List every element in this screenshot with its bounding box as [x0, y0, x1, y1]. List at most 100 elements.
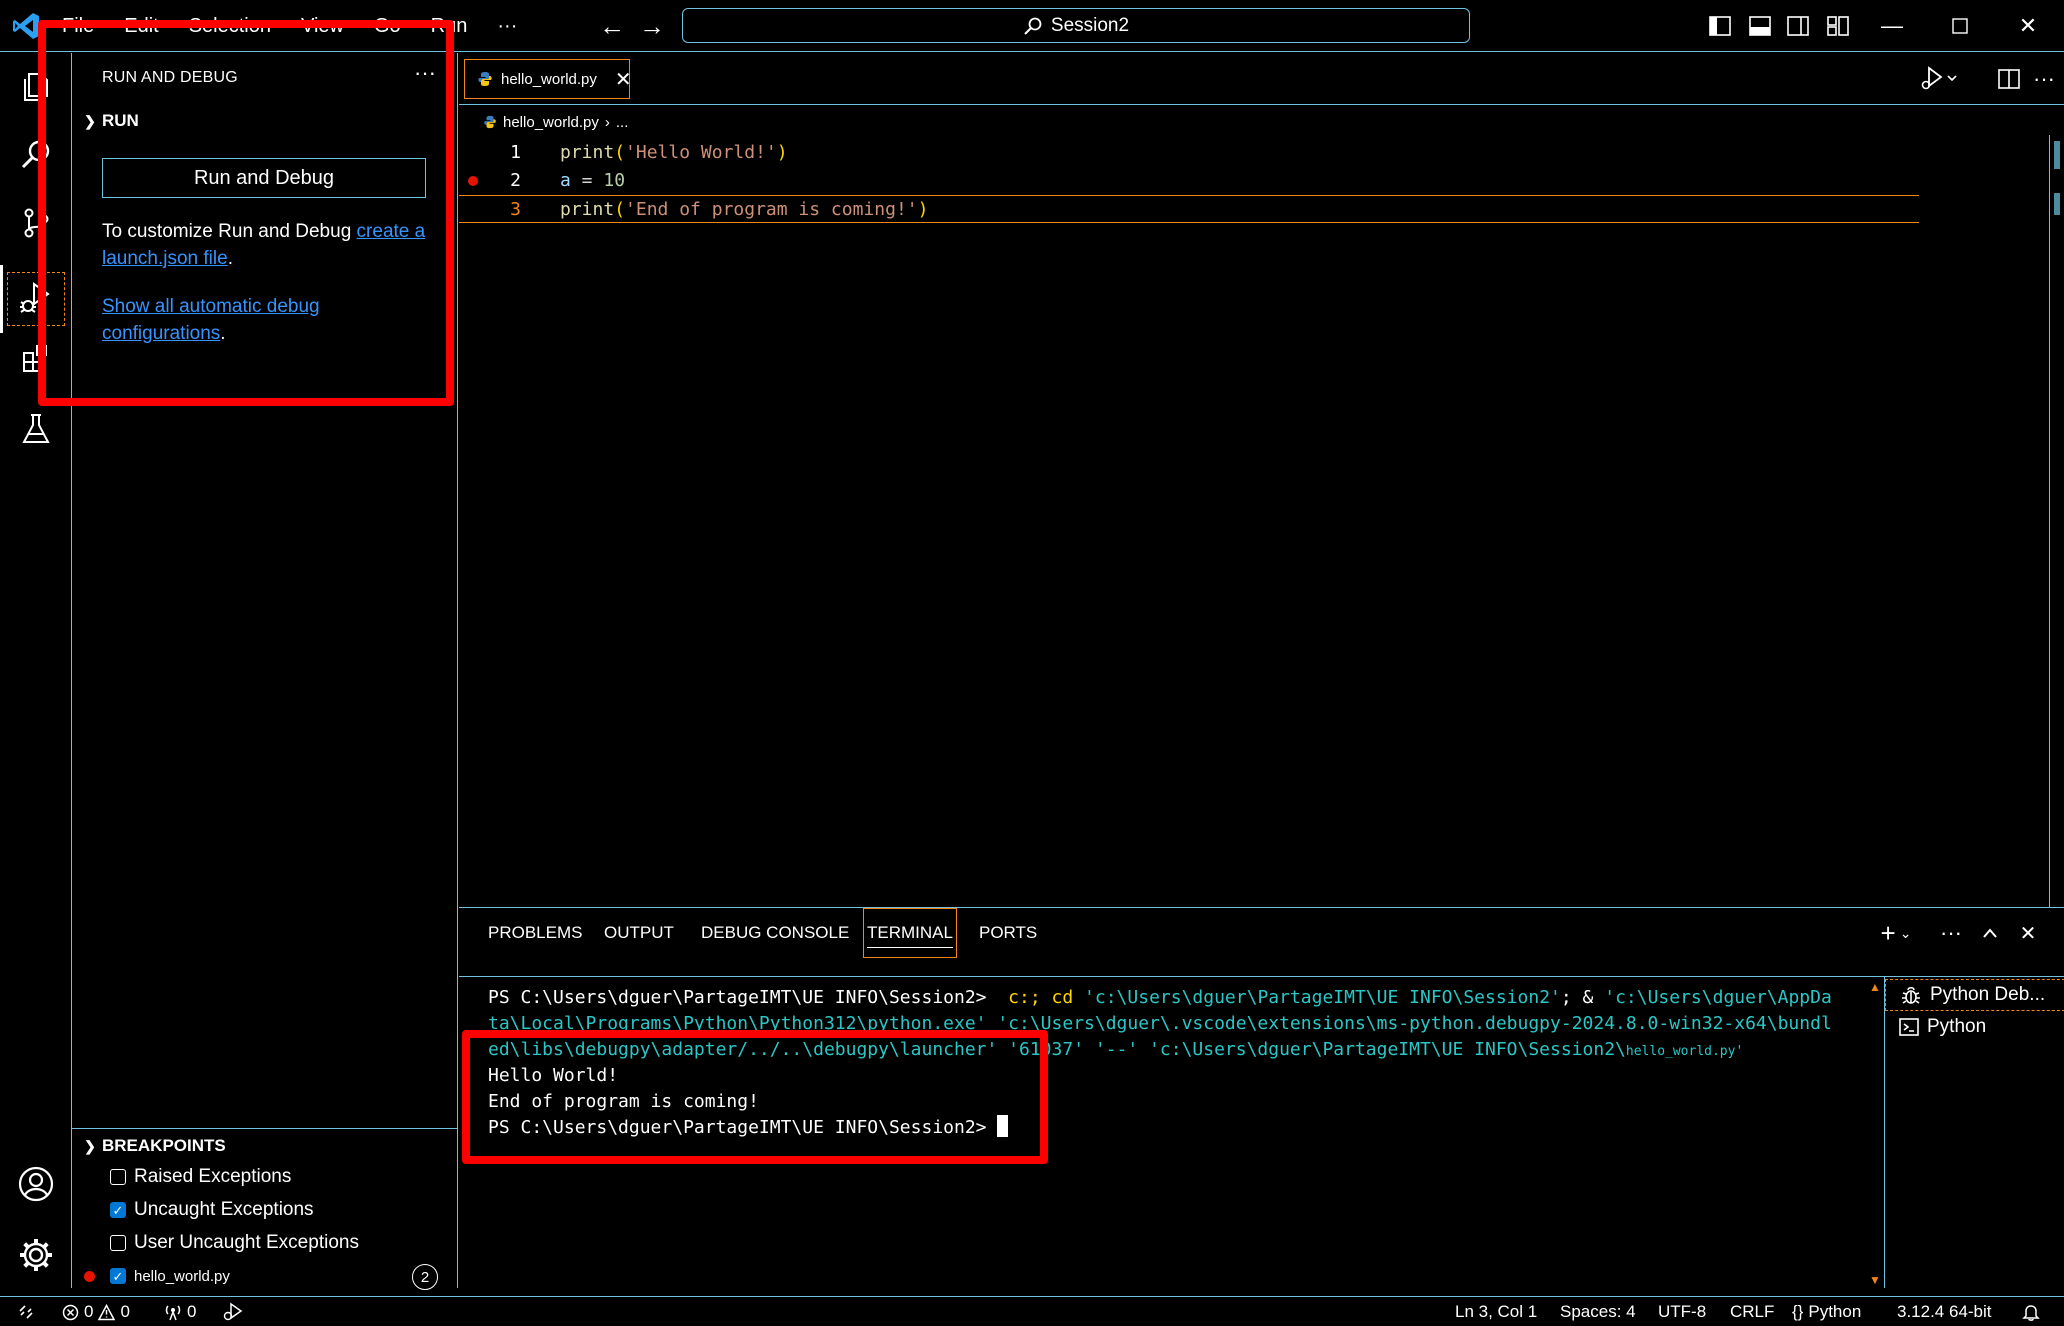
command-center-search[interactable]: Session2 [682, 8, 1470, 43]
close-tab-icon[interactable]: ✕ [615, 67, 632, 92]
scrollbar-thumb[interactable] [2054, 141, 2060, 169]
code-token: print [560, 199, 615, 220]
notifications-bell-icon[interactable] [2022, 1297, 2040, 1326]
settings-gear-icon[interactable] [0, 1221, 72, 1289]
maximize-panel-chevron-up-icon[interactable] [1975, 918, 2005, 948]
breakpoint-label: hello_world.py [134, 1267, 230, 1285]
code-line[interactable]: 3 print('End of program is coming!') [459, 195, 1919, 223]
end-of-line[interactable]: CRLF [1730, 1297, 1774, 1326]
menu-view[interactable]: View [301, 15, 344, 38]
scroll-up-icon[interactable]: ▲ [1869, 980, 1881, 994]
show-automatic-debug-configurations-link[interactable]: Show all automatic debug configurations [102, 296, 320, 344]
breakpoint-raised-exceptions[interactable]: Raised Exceptions [110, 1161, 291, 1193]
toggle-secondary-sidebar-icon[interactable] [1783, 12, 1813, 40]
minimize-icon[interactable]: — [1858, 0, 1926, 52]
run-and-debug-icon[interactable] [0, 265, 72, 333]
braces-icon: {} [1792, 1302, 1804, 1321]
code-text: print('End of program is coming!') [560, 196, 928, 224]
code-editor[interactable]: 1 print('Hello World!') 2 a = 10 3 print('End… [459, 137, 2064, 908]
menu-selection[interactable]: Selection [189, 15, 271, 38]
checkbox[interactable] [110, 1235, 126, 1251]
terminal-output[interactable]: PS C:\Users\dguer\PartageIMT\UE INFO\Ses… [459, 976, 1884, 1288]
toggle-primary-sidebar-icon[interactable] [1705, 12, 1735, 40]
close-window-icon[interactable]: ✕ [1994, 0, 2062, 52]
breakpoint-user-uncaught-exceptions[interactable]: User Uncaught Exceptions [110, 1227, 359, 1259]
breakpoints-section-label: BREAKPOINTS [102, 1136, 226, 1155]
tab-output[interactable]: OUTPUT [604, 908, 674, 958]
indentation[interactable]: Spaces: 4 [1560, 1297, 1636, 1326]
breadcrumb-file[interactable]: hello_world.py [503, 114, 599, 131]
toggle-panel-icon[interactable] [1745, 12, 1775, 40]
run-debug-dropdown-icon[interactable] [1911, 63, 1967, 95]
tab-ports[interactable]: PORTS [979, 908, 1037, 958]
explorer-icon[interactable] [0, 53, 72, 121]
scroll-down-icon[interactable]: ▼ [1869, 1273, 1881, 1287]
terminal-output-line: Hello World! [488, 1065, 619, 1086]
editor-scrollbar[interactable] [2049, 135, 2064, 908]
extensions-icon[interactable] [0, 325, 72, 393]
command-center-label: Session2 [1050, 14, 1130, 36]
line-number: 2 [510, 170, 521, 191]
search-activity-icon[interactable] [0, 121, 72, 189]
python-interpreter[interactable]: 3.12.4 64-bit [1897, 1297, 1992, 1326]
menu-file[interactable]: File [62, 15, 94, 38]
problems-status[interactable]: 0 0 [62, 1297, 130, 1326]
checkbox-checked[interactable]: ✓ [110, 1202, 126, 1218]
code-line[interactable]: 1 print('Hello World!') [459, 139, 1919, 167]
run-section-header[interactable]: ❯ RUN [72, 105, 458, 137]
breadcrumb-more[interactable]: ... [616, 114, 629, 131]
breakpoints-section-header[interactable]: ❯ BREAKPOINTS [72, 1130, 458, 1162]
active-indicator [0, 265, 3, 333]
tab-debug-console[interactable]: DEBUG CONSOLE [701, 908, 849, 958]
menu-more[interactable]: ··· [497, 15, 517, 38]
remote-indicator-icon[interactable] [18, 1297, 34, 1326]
checkbox[interactable] [110, 1169, 126, 1185]
panel-more-actions-icon[interactable]: ··· [1936, 918, 1966, 948]
terminal-list-item-python[interactable]: Python [1885, 1011, 2064, 1043]
bottom-panel: PROBLEMS OUTPUT DEBUG CONSOLE TERMINAL P… [459, 908, 2064, 1288]
forward-arrow-icon[interactable]: → [636, 10, 668, 42]
ports-status[interactable]: 0 [164, 1297, 196, 1326]
customize-layout-icon[interactable] [1823, 12, 1853, 40]
sidebar-more-actions[interactable]: ··· [410, 61, 440, 91]
language-label: Python [1808, 1302, 1862, 1321]
maximize-icon[interactable] [1926, 0, 1994, 52]
tab-terminal[interactable]: TERMINAL [863, 908, 957, 958]
split-editor-icon[interactable] [1989, 63, 2029, 95]
encoding[interactable]: UTF-8 [1658, 1297, 1706, 1326]
terminal-list-label: Python Deb... [1930, 984, 2046, 1005]
search-icon [1023, 16, 1043, 36]
menu-run[interactable]: Run [431, 15, 468, 38]
terminal-list-label: Python [1927, 1016, 1987, 1037]
close-panel-icon[interactable]: ✕ [2013, 918, 2043, 948]
back-arrow-icon[interactable]: ← [596, 10, 628, 42]
new-terminal-plus-icon[interactable]: + ⌄ [1874, 918, 1918, 948]
breakpoint-label: Raised Exceptions [134, 1166, 292, 1187]
accounts-icon[interactable] [0, 1150, 72, 1218]
menu-edit[interactable]: Edit [124, 15, 158, 38]
ports-count: 0 [187, 1302, 197, 1321]
breakpoint-label: Uncaught Exceptions [134, 1199, 314, 1220]
breakpoint-hello-world[interactable]: ✓ hello_world.py [110, 1260, 230, 1292]
cursor-position[interactable]: Ln 3, Col 1 [1455, 1297, 1537, 1326]
breakpoint-dot-icon [84, 1271, 95, 1282]
breadcrumb: hello_world.py › ... [483, 109, 628, 135]
breakpoint-uncaught-exceptions[interactable]: ✓ Uncaught Exceptions [110, 1194, 314, 1226]
terminal-path: ed\libs\debugpy\adapter/../..\debugpy\la… [488, 1039, 1626, 1060]
tab-problems[interactable]: PROBLEMS [488, 908, 582, 958]
menu-go[interactable]: Go [374, 15, 401, 38]
chevron-right-icon: › [604, 113, 610, 131]
terminal-list-item-python-debug[interactable]: Python Deb... [1885, 979, 2064, 1011]
language-mode[interactable]: {} Python [1792, 1297, 1861, 1326]
testing-flask-icon[interactable] [0, 395, 72, 463]
checkbox-checked[interactable]: ✓ [110, 1268, 126, 1284]
source-control-icon[interactable] [0, 189, 72, 257]
tab-hello-world[interactable]: hello_world.py ✕ [464, 59, 632, 99]
run-and-debug-button[interactable]: Run and Debug [102, 158, 426, 198]
code-text: print('Hello World!') [560, 139, 788, 167]
editor-more-actions-icon[interactable]: ··· [2024, 63, 2064, 95]
debug-status-icon[interactable] [222, 1297, 244, 1326]
error-count: 0 [84, 1302, 94, 1321]
code-token: 'End of program is coming!' [625, 199, 918, 220]
code-line[interactable]: 2 a = 10 [459, 167, 1919, 195]
